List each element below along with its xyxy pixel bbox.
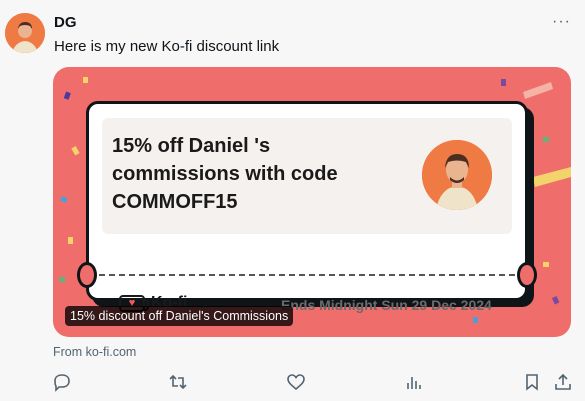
post-text: Here is my new Ko-fi discount link: [54, 38, 280, 55]
like-icon[interactable]: [286, 372, 306, 392]
author-name[interactable]: DG: [54, 13, 77, 33]
coupon-notch-left: [77, 262, 97, 288]
coupon-title: 15% off Daniel 's commissions with code …: [112, 135, 338, 213]
views-icon[interactable]: [404, 372, 424, 392]
coupon-notch-right: [517, 262, 537, 288]
author-avatar[interactable]: [5, 13, 45, 53]
coupon-header: 15% off Daniel 's commissions with code …: [102, 118, 512, 234]
coupon: 15% off Daniel 's commissions with code …: [77, 101, 537, 313]
bookmark-icon[interactable]: [522, 372, 542, 392]
link-source[interactable]: From ko-fi.com: [53, 345, 136, 359]
retweet-icon[interactable]: [168, 372, 188, 392]
coupon-divider: [99, 274, 515, 276]
share-icon[interactable]: [553, 372, 573, 392]
coupon-expiry: Ends Midnight Sun 29 Dec 2024: [281, 297, 492, 313]
post-actions: [0, 372, 585, 392]
link-preview-card[interactable]: 15% off Daniel 's commissions with code …: [53, 67, 571, 337]
more-options-icon[interactable]: ···: [552, 12, 571, 32]
card-caption: 15% discount off Daniel's Commissions: [65, 306, 294, 326]
reply-icon[interactable]: [52, 372, 72, 392]
creator-avatar: [422, 140, 492, 210]
